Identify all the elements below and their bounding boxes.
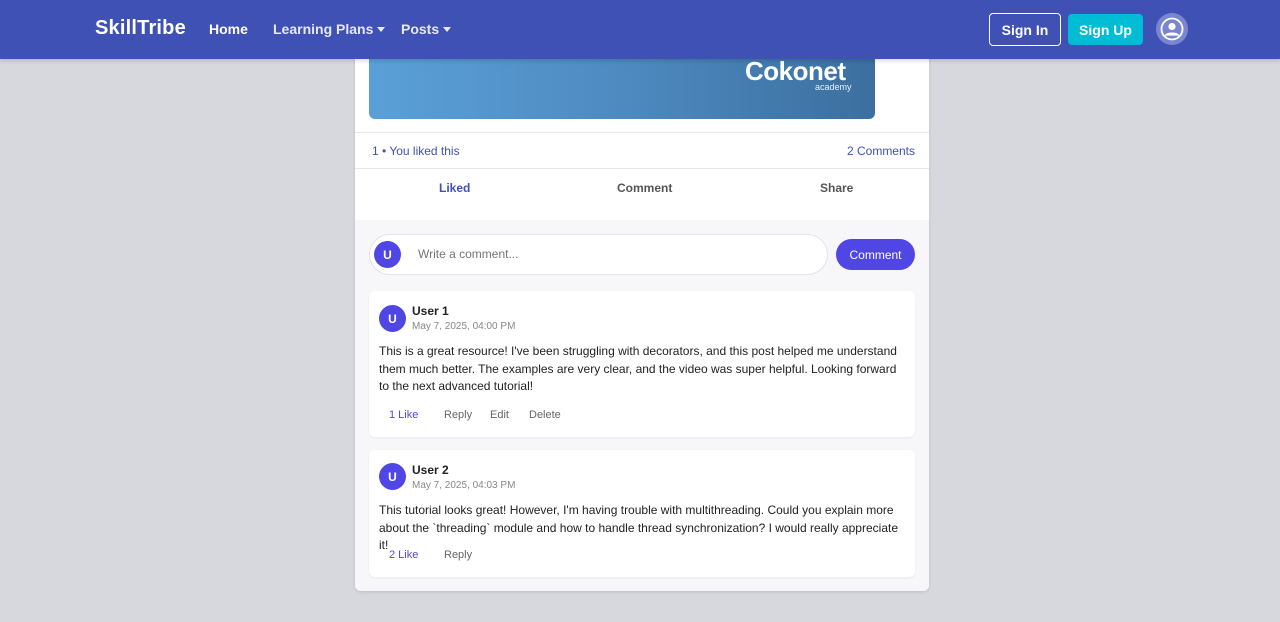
comment-button[interactable]: Comment: [617, 181, 672, 195]
divider: [355, 132, 929, 133]
comment-author: User 1: [412, 304, 449, 318]
comment-like-button[interactable]: 2 Like: [389, 549, 418, 561]
comment-item: U User 2 May 7, 2025, 04:03 PM This tuto…: [369, 450, 915, 577]
comment-edit-button[interactable]: Edit: [490, 409, 509, 421]
avatar: U: [379, 463, 406, 490]
chevron-down-icon: [377, 27, 386, 32]
nav-posts[interactable]: Posts: [401, 21, 452, 37]
navbar: SkillTribe Home Learning Plans Posts Sig…: [0, 0, 1280, 59]
likes-summary[interactable]: 1 • You liked this: [372, 144, 460, 158]
comment-reply-button[interactable]: Reply: [444, 409, 472, 421]
comment-text: This tutorial looks great! However, I'm …: [379, 503, 898, 552]
comment-input[interactable]: [418, 247, 818, 261]
liked-button[interactable]: Liked: [439, 181, 470, 195]
chevron-down-icon: [443, 27, 452, 32]
avatar: U: [379, 305, 406, 332]
divider: [355, 168, 929, 169]
avatar: U: [374, 241, 401, 268]
user-circle-icon: [1160, 17, 1184, 41]
nav-posts-label: Posts: [401, 21, 440, 37]
brand-logo[interactable]: SkillTribe: [95, 17, 186, 40]
comment-author: User 2: [412, 463, 449, 477]
share-button[interactable]: Share: [820, 181, 853, 195]
comment-like-button[interactable]: 1 Like: [389, 409, 418, 421]
post-card: Cokonet academy 1 • You liked this 2 Com…: [355, 40, 929, 591]
user-account-icon[interactable]: [1156, 13, 1188, 45]
nav-learning-plans-label: Learning Plans: [273, 21, 374, 37]
comments-section: U Comment U User 1 May 7, 2025, 04:00 PM…: [355, 220, 929, 591]
sign-up-button[interactable]: Sign Up: [1068, 14, 1143, 45]
comment-delete-button[interactable]: Delete: [529, 409, 561, 421]
comment-date: May 7, 2025, 04:00 PM: [412, 321, 516, 332]
banner-subtitle: academy: [815, 82, 852, 92]
comment-date: May 7, 2025, 04:03 PM: [412, 480, 516, 491]
sign-in-button[interactable]: Sign In: [989, 13, 1061, 46]
nav-home[interactable]: Home: [209, 21, 248, 37]
comment-reply-button[interactable]: Reply: [444, 549, 472, 561]
submit-comment-button[interactable]: Comment: [836, 239, 915, 270]
comment-input-wrapper: U: [369, 234, 828, 275]
nav-learning-plans[interactable]: Learning Plans: [273, 21, 386, 37]
comment-item: U User 1 May 7, 2025, 04:00 PM This is a…: [369, 291, 915, 437]
comments-count[interactable]: 2 Comments: [847, 144, 915, 158]
comment-text: This is a great resource! I've been stru…: [379, 344, 897, 393]
